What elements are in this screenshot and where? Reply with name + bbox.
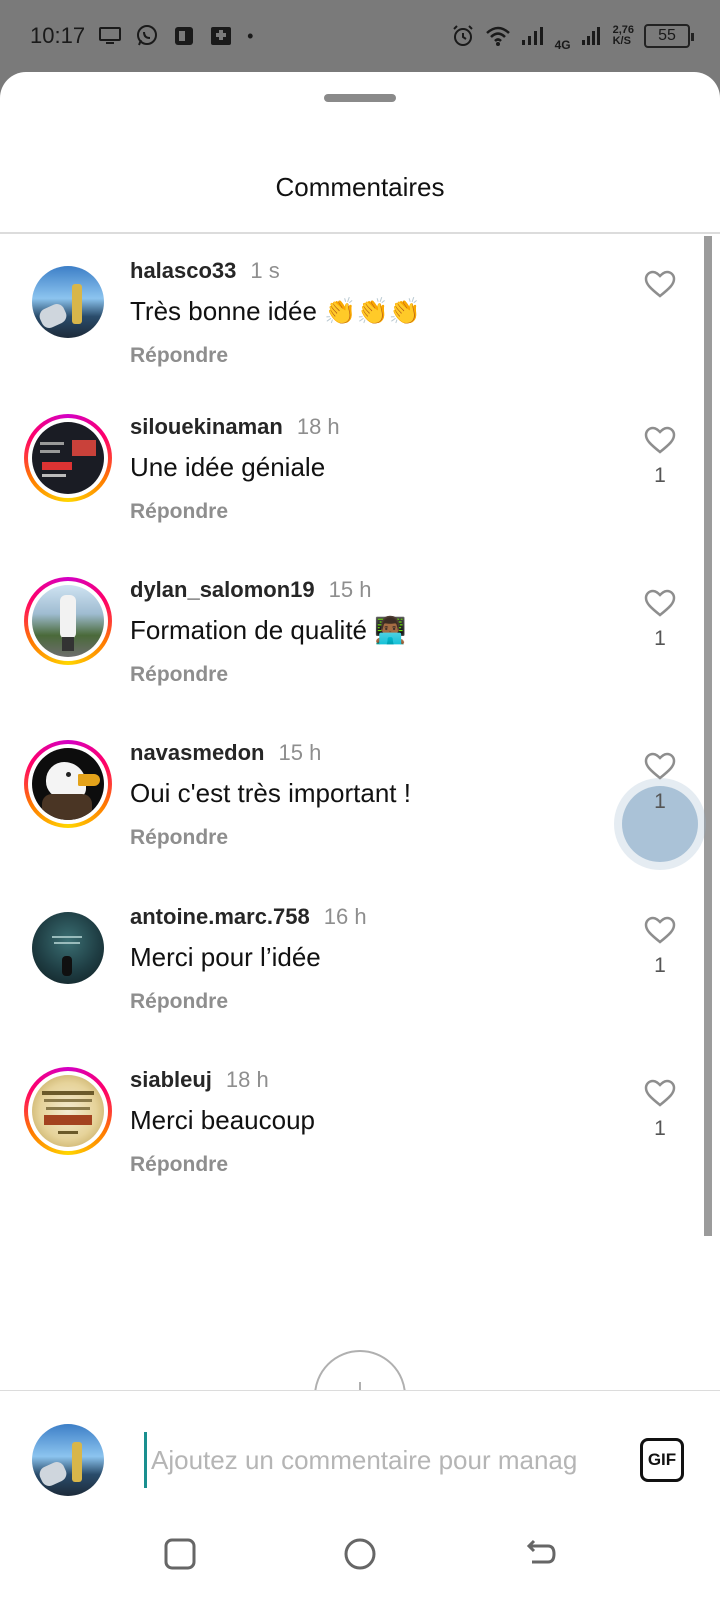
comment-item: dylan_salomon19 15 h Formation de qualit… [0, 577, 700, 745]
avatar[interactable] [24, 577, 112, 665]
like-count: 1 [654, 954, 666, 977]
like-button[interactable]: 1 [640, 752, 680, 814]
comment-text: Oui c'est très important ! [130, 778, 411, 808]
comment-item: antoine.marc.758 16 h Merci pour l’idée … [0, 904, 700, 1072]
heart-icon [644, 589, 676, 617]
like-button[interactable]: 1 [640, 916, 680, 978]
like-button[interactable] [640, 270, 680, 308]
navigation-bar [0, 1512, 720, 1598]
heart-icon [644, 426, 676, 454]
sheet-title: Commentaires [275, 172, 445, 202]
comment-time: 15 h [328, 577, 372, 602]
comment-item: siableuj 18 h Merci beaucoup Répondre 1 [0, 1067, 700, 1235]
comment-composer: GIF [0, 1408, 720, 1518]
heart-icon [644, 916, 676, 944]
avatar [32, 1424, 104, 1496]
scrollbar[interactable] [704, 236, 712, 1236]
comment-time: 18 h [225, 1067, 269, 1092]
avatar[interactable] [24, 740, 112, 828]
comment-username[interactable]: antoine.marc.758 [130, 904, 310, 930]
comment-text: Merci pour l’idée [130, 942, 321, 972]
network-type: 4G [554, 38, 571, 52]
comment-username[interactable]: halasco33 [130, 258, 236, 284]
comments-sheet: Commentaires halasco33 1 s Très bonne id… [0, 72, 720, 1612]
title-divider [0, 232, 720, 234]
reply-button[interactable]: Répondre [130, 990, 228, 1014]
like-count: 1 [654, 1117, 666, 1140]
heart-icon [644, 1079, 676, 1107]
news-icon [173, 25, 195, 47]
alarm-icon [451, 24, 475, 48]
battery-icon: 55 [644, 24, 694, 48]
reply-button[interactable]: Répondre [130, 826, 228, 850]
like-count: 1 [654, 627, 666, 650]
signal-icon-2 [581, 26, 603, 46]
battery-level: 55 [658, 27, 676, 44]
comment-input[interactable] [144, 1432, 610, 1488]
speed-unit: K/S [612, 35, 631, 47]
comment-text: Une idée géniale [130, 452, 326, 482]
like-button[interactable]: 1 [640, 426, 680, 488]
status-time: 10:17 [30, 23, 86, 48]
load-more-area [0, 1262, 720, 1390]
comment-item: silouekinaman 18 h Une idée géniale Répo… [0, 414, 700, 582]
heart-icon [644, 270, 676, 298]
comment-item: halasco33 1 s Très bonne idée 👏👏👏 Répond… [0, 258, 700, 426]
drag-handle[interactable] [324, 94, 396, 102]
status-dot: • [247, 25, 254, 46]
comment-time: 18 h [296, 414, 340, 439]
network-speed: 2,76 K/S [613, 25, 634, 47]
whatsapp-icon [135, 24, 159, 48]
comment-item: navasmedon 15 h Oui c'est très important… [0, 740, 700, 908]
like-button[interactable]: 1 [640, 589, 680, 651]
avatar[interactable] [24, 414, 112, 502]
reply-button[interactable]: Répondre [130, 500, 228, 524]
avatar[interactable] [24, 258, 112, 346]
load-more-button[interactable] [314, 1350, 406, 1390]
comment-username[interactable]: silouekinaman [130, 414, 283, 440]
heart-icon [644, 752, 676, 780]
home-icon[interactable] [340, 1534, 380, 1574]
avatar[interactable] [24, 1067, 112, 1155]
wifi-icon [485, 25, 511, 47]
screen-icon [99, 26, 122, 46]
reply-button[interactable]: Répondre [130, 344, 228, 368]
back-icon[interactable] [520, 1534, 560, 1574]
like-count: 1 [654, 464, 666, 487]
signal-icon [521, 26, 545, 46]
comment-time: 16 h [323, 904, 367, 929]
comment-username[interactable]: siableuj [130, 1067, 212, 1093]
comment-text: Très bonne idée 👏👏👏 [130, 296, 422, 326]
avatar[interactable] [24, 904, 112, 992]
like-count: 1 [654, 790, 666, 813]
comment-username[interactable]: navasmedon [130, 740, 265, 766]
gif-button[interactable]: GIF [640, 1438, 684, 1482]
comment-time: 1 s [250, 258, 280, 283]
reply-button[interactable]: Répondre [130, 663, 228, 687]
medical-icon [209, 25, 233, 47]
comment-time: 15 h [278, 740, 322, 765]
comment-text: Merci beaucoup [130, 1105, 315, 1135]
status-bar: 10:17 • 4G 2,76 K/S 55 [0, 0, 720, 72]
reply-button[interactable]: Répondre [130, 1153, 228, 1177]
comment-username[interactable]: dylan_salomon19 [130, 577, 315, 603]
comment-text: Formation de qualité 👨🏾‍💻 [130, 615, 407, 645]
recent-apps-icon[interactable] [160, 1534, 200, 1574]
like-button[interactable]: 1 [640, 1079, 680, 1141]
